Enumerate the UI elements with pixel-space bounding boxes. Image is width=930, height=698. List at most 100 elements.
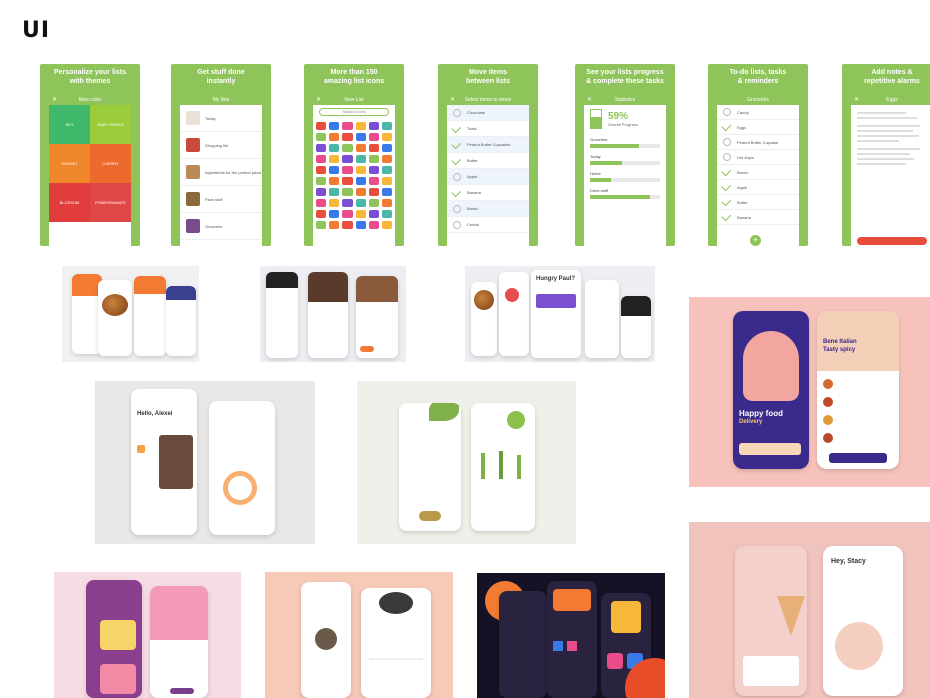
- theme-tile[interactable]: BLOSSOM: [49, 183, 90, 222]
- list-icon[interactable]: [329, 177, 340, 185]
- task-item[interactable]: Butter: [717, 195, 799, 210]
- list-item[interactable]: Groceries: [180, 213, 262, 240]
- radio-circle-icon[interactable]: [453, 204, 461, 213]
- list-icon[interactable]: [342, 221, 353, 229]
- task-item[interactable]: Candy: [717, 105, 799, 120]
- radio-circle-icon[interactable]: [723, 138, 731, 146]
- list-icon[interactable]: [342, 166, 353, 174]
- list-item[interactable]: Cereal: [447, 217, 529, 233]
- list-icon[interactable]: [329, 155, 340, 163]
- close-icon[interactable]: ✕: [587, 96, 592, 105]
- list-icon[interactable]: [316, 177, 327, 185]
- list-icon[interactable]: [355, 144, 366, 152]
- list-icon[interactable]: [381, 199, 392, 207]
- checkmark-icon[interactable]: [721, 196, 732, 207]
- list-icon[interactable]: [381, 210, 392, 218]
- close-icon[interactable]: ✕: [52, 96, 57, 105]
- list-item[interactable]: Chocolate: [447, 105, 529, 121]
- mockup-ice-cream[interactable]: Hey, Stacy: [689, 522, 930, 698]
- list-icon[interactable]: [329, 166, 340, 174]
- onboarding-card-todo[interactable]: To-do lists, tasks & reminders Groceries…: [708, 64, 808, 246]
- radio-circle-icon[interactable]: [453, 220, 461, 229]
- list-icon[interactable]: [316, 221, 327, 229]
- list-icon[interactable]: [342, 199, 353, 207]
- task-item[interactable]: Bread: [717, 165, 799, 180]
- list-icon[interactable]: [329, 133, 340, 141]
- list-icon[interactable]: [355, 210, 366, 218]
- checkmark-icon[interactable]: [451, 186, 462, 197]
- list-icon[interactable]: [381, 133, 392, 141]
- mockup-food-app-3[interactable]: Hungry Paul?: [465, 266, 655, 362]
- mockup-plant-app[interactable]: [357, 381, 576, 544]
- checkmark-icon[interactable]: [721, 211, 732, 222]
- checkmark-icon[interactable]: [721, 181, 732, 192]
- list-icon[interactable]: [381, 166, 392, 174]
- theme-tile[interactable]: SUNSET: [49, 144, 90, 183]
- delete-button[interactable]: [857, 237, 927, 245]
- list-icon[interactable]: [316, 155, 327, 163]
- mockup-meal-planner[interactable]: [265, 572, 453, 698]
- list-icon[interactable]: [329, 122, 340, 130]
- close-icon[interactable]: ✕: [854, 96, 859, 105]
- close-icon[interactable]: ✕: [316, 96, 321, 105]
- list-icon[interactable]: [355, 188, 366, 196]
- list-icon[interactable]: [329, 221, 340, 229]
- list-icon[interactable]: [342, 177, 353, 185]
- list-icon[interactable]: [381, 221, 392, 229]
- list-item[interactable]: Peanut Butter Cupcakes: [447, 137, 529, 153]
- list-item[interactable]: Today: [180, 105, 262, 132]
- list-icon[interactable]: [329, 199, 340, 207]
- list-icon[interactable]: [381, 188, 392, 196]
- list-item[interactable]: Apple: [447, 169, 529, 185]
- radio-circle-icon[interactable]: [453, 172, 461, 181]
- list-icon[interactable]: [316, 166, 327, 174]
- list-icon[interactable]: [355, 199, 366, 207]
- checkmark-icon[interactable]: [451, 154, 462, 165]
- theme-tile[interactable]: SKY: [49, 105, 90, 144]
- theme-tile[interactable]: BABY GREEN: [90, 105, 131, 144]
- checkmark-icon[interactable]: [451, 122, 462, 133]
- list-icon[interactable]: [316, 133, 327, 141]
- radio-circle-icon[interactable]: [723, 153, 731, 161]
- list-icon[interactable]: [368, 122, 379, 130]
- list-icon[interactable]: [368, 188, 379, 196]
- list-item[interactable]: Butter: [447, 153, 529, 169]
- list-item[interactable]: Bread: [447, 201, 529, 217]
- list-icon[interactable]: [342, 155, 353, 163]
- list-icon[interactable]: [355, 221, 366, 229]
- list-icon[interactable]: [316, 199, 327, 207]
- list-icon[interactable]: [368, 221, 379, 229]
- list-icon[interactable]: [381, 155, 392, 163]
- checkmark-icon[interactable]: [451, 138, 462, 149]
- list-icon[interactable]: [316, 144, 327, 152]
- mockup-food-app-1[interactable]: [62, 266, 199, 362]
- list-icon[interactable]: [355, 177, 366, 185]
- icon-search-input[interactable]: Search icons: [319, 108, 389, 116]
- list-icon[interactable]: [329, 210, 340, 218]
- list-icon[interactable]: [329, 144, 340, 152]
- onboarding-card-notes[interactable]: Add notes & repetitive alarms ✕ Eggs: [842, 64, 930, 246]
- list-icon[interactable]: [355, 155, 366, 163]
- list-item[interactable]: Banana: [447, 185, 529, 201]
- mockup-smart-home[interactable]: Hello, Alexei: [95, 381, 315, 544]
- list-icon[interactable]: [368, 155, 379, 163]
- list-icon[interactable]: [355, 133, 366, 141]
- list-icon[interactable]: [368, 199, 379, 207]
- mockup-happy-food[interactable]: Happy food Delivery Bene Italian Tasty s…: [689, 297, 930, 487]
- list-icon[interactable]: [381, 144, 392, 152]
- task-item[interactable]: Banana: [717, 210, 799, 225]
- theme-tile[interactable]: CHERRY: [90, 144, 131, 183]
- list-icon[interactable]: [368, 210, 379, 218]
- list-icon[interactable]: [329, 188, 340, 196]
- close-icon[interactable]: ✕: [450, 96, 455, 105]
- task-item[interactable]: Hot chips: [717, 150, 799, 165]
- list-item[interactable]: Ingredients for the perfect pizza: [180, 159, 262, 186]
- list-item[interactable]: Pack stuff: [180, 186, 262, 213]
- list-icon[interactable]: [342, 122, 353, 130]
- checkmark-icon[interactable]: [721, 121, 732, 132]
- list-item[interactable]: Toast: [447, 121, 529, 137]
- add-task-button[interactable]: +: [750, 235, 761, 246]
- radio-circle-icon[interactable]: [453, 108, 461, 117]
- list-icon[interactable]: [368, 177, 379, 185]
- list-icon[interactable]: [368, 133, 379, 141]
